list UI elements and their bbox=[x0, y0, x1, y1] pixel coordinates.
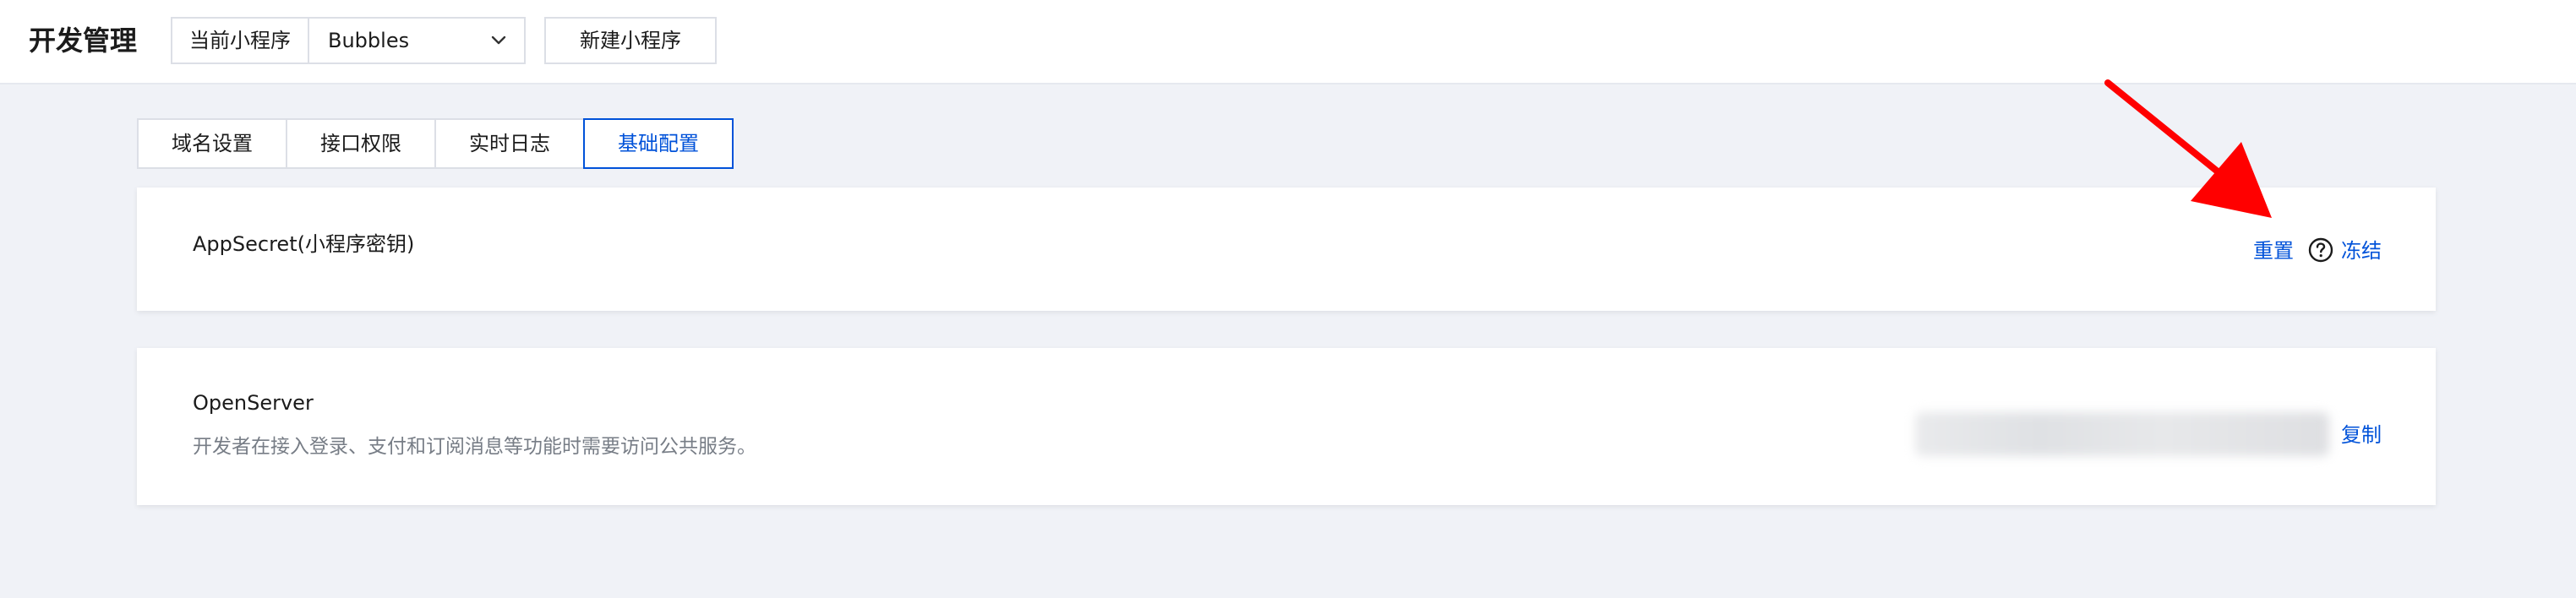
tab-domain-settings[interactable]: 域名设置 bbox=[137, 118, 287, 169]
chevron-down-icon bbox=[491, 35, 506, 45]
freeze-link[interactable]: 冻结 bbox=[2341, 236, 2382, 265]
page-title: 开发管理 bbox=[29, 24, 138, 57]
openserver-card: OpenServer 开发者在接入登录、支付和订阅消息等功能时需要访问公共服务。… bbox=[137, 348, 2436, 505]
openserver-title: OpenServer bbox=[193, 391, 314, 415]
tab-bar: 域名设置 接口权限 实时日志 基础配置 bbox=[137, 118, 734, 169]
new-miniprogram-button[interactable]: 新建小程序 bbox=[544, 17, 717, 64]
reset-link[interactable]: 重置 bbox=[2253, 236, 2294, 265]
openserver-description: 开发者在接入登录、支付和订阅消息等功能时需要访问公共服务。 bbox=[193, 436, 756, 458]
copy-link[interactable]: 复制 bbox=[2341, 421, 2382, 449]
tab-api-permissions[interactable]: 接口权限 bbox=[286, 118, 436, 169]
appsecret-title: AppSecret(小程序密钥) bbox=[193, 232, 415, 256]
question-circle-icon[interactable] bbox=[2307, 236, 2334, 264]
top-bar: 开发管理 当前小程序 Bubbles 新建小程序 bbox=[0, 0, 2576, 84]
tab-realtime-logs[interactable]: 实时日志 bbox=[434, 118, 585, 169]
annotation-arrow-icon bbox=[2104, 79, 2272, 218]
miniprogram-selector[interactable]: 当前小程序 Bubbles bbox=[171, 17, 526, 64]
selector-value: Bubbles bbox=[328, 29, 410, 52]
tab-basic-config[interactable]: 基础配置 bbox=[583, 118, 734, 169]
blurred-server-address bbox=[1915, 412, 2329, 456]
selector-dropdown[interactable]: Bubbles bbox=[309, 19, 524, 63]
appsecret-card: AppSecret(小程序密钥) 重置 冻结 bbox=[137, 188, 2436, 311]
selector-label: 当前小程序 bbox=[172, 19, 309, 63]
